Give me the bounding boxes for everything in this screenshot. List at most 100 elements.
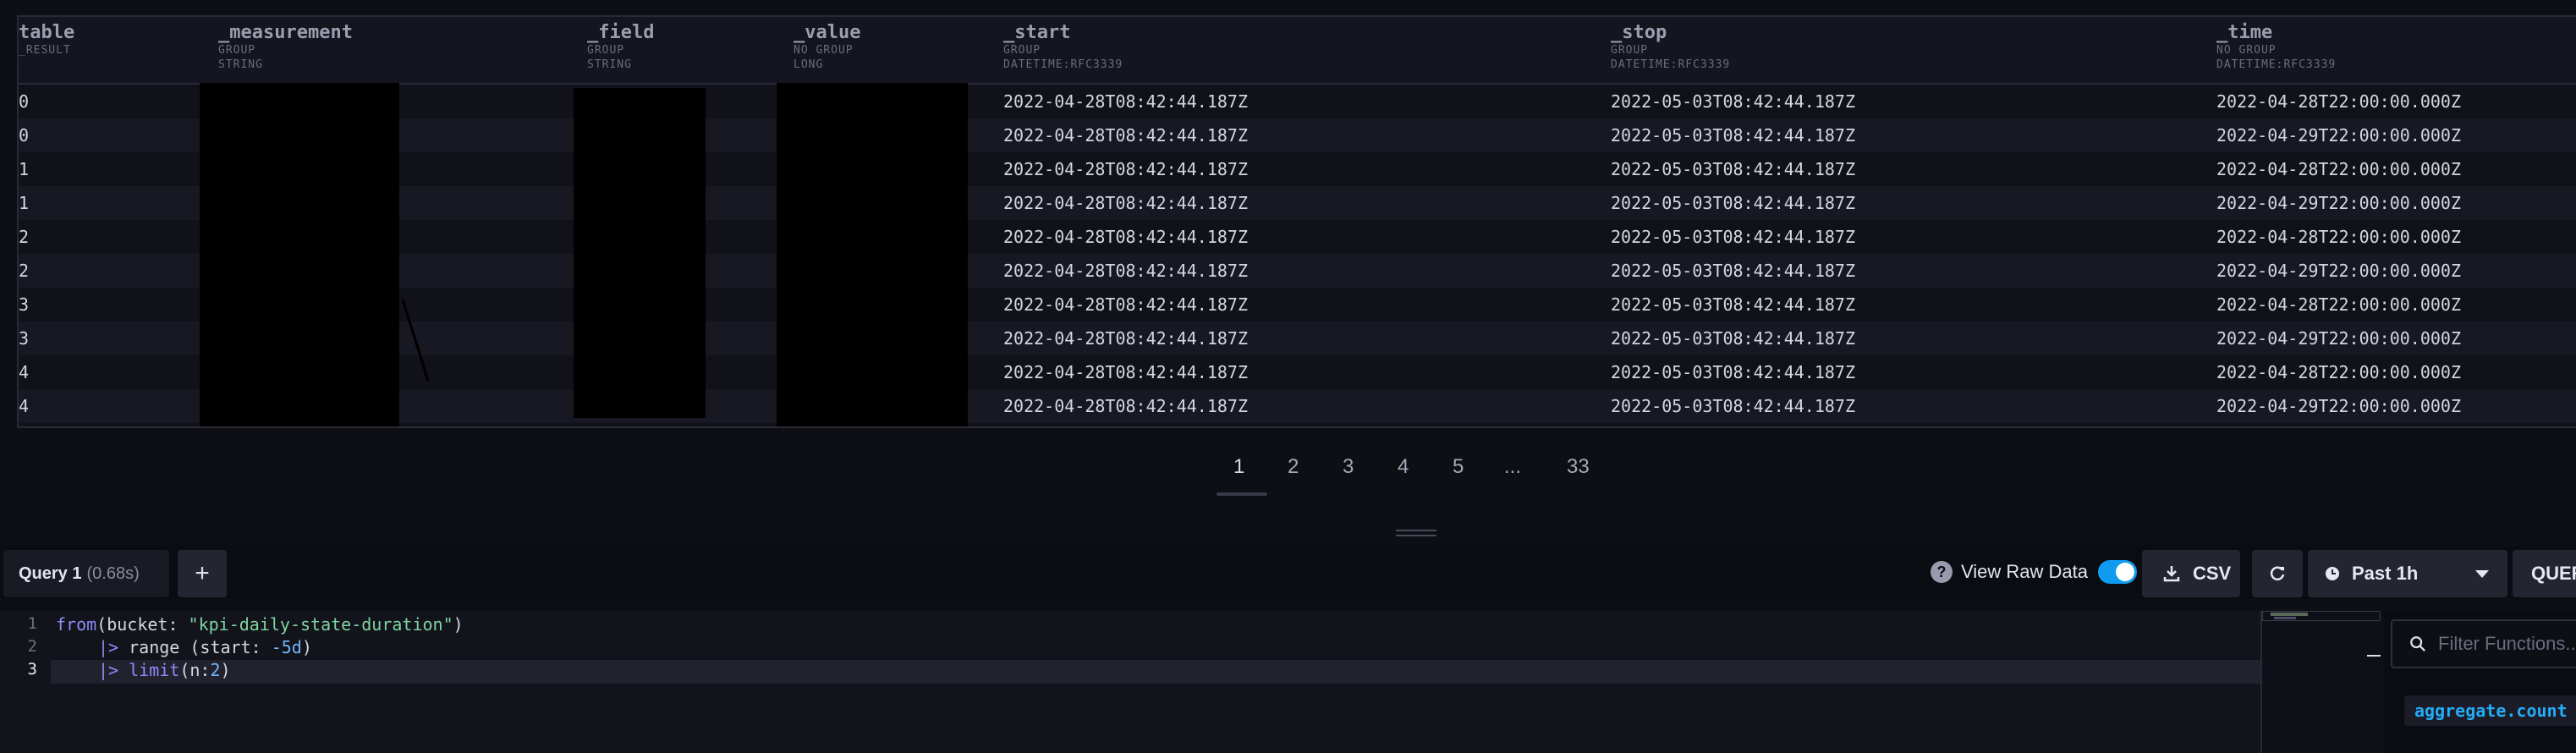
table-cell-time: 2022-04-29T22:00:00.000Z <box>2216 396 2461 416</box>
column-header-value[interactable]: _value NO GROUP LONG <box>794 22 860 72</box>
results-panel: table _RESULT _measurement GROUP STRING … <box>0 0 2576 525</box>
line-number: 1 <box>27 614 37 633</box>
function-item-aggregate-count[interactable]: aggregate.count <box>2404 695 2576 726</box>
panel-resize-handle[interactable] <box>1396 530 1436 536</box>
code-line-2[interactable]: |> range (start: -5d) <box>98 637 312 657</box>
query-toolbar: Query 1 (0.68s) + ? View Raw Data CSV Pa… <box>0 545 2576 599</box>
tab-query-1[interactable]: Query 1 (0.68s) <box>3 550 169 597</box>
page-4[interactable]: 4 <box>1398 455 1409 479</box>
table-cell-table: 4 <box>19 362 30 382</box>
table-header: table _RESULT _measurement GROUP STRING … <box>19 17 2576 85</box>
table-cell-time: 2022-04-28T22:00:00.000Z <box>2216 91 2461 112</box>
table-cell-table: 3 <box>19 294 30 315</box>
refresh-icon <box>2270 566 2285 580</box>
table-cell-time: 2022-04-29T22:00:00.000Z <box>2216 328 2461 349</box>
table-cell-time: 2022-04-28T22:00:00.000Z <box>2216 294 2461 315</box>
active-page-indicator <box>1217 492 1267 496</box>
table-cell-start: 2022-04-28T08:42:44.187Z <box>1003 294 1248 315</box>
page-2[interactable]: 2 <box>1288 455 1299 479</box>
help-icon[interactable]: ? <box>1931 561 1953 583</box>
table-row: 2 2022-04-28T08:42:44.187Z 2022-05-03T08:4… <box>19 254 2576 288</box>
table-cell-time: 2022-04-28T22:00:00.000Z <box>2216 362 2461 382</box>
line-number: 3 <box>27 660 37 679</box>
table-cell-time: 2022-04-29T22:00:00.000Z <box>2216 193 2461 213</box>
current-line-highlight <box>51 660 2260 684</box>
view-raw-data-control: ? View Raw Data <box>1931 560 2137 584</box>
toggle-knob <box>2116 563 2134 581</box>
table-row: 2 2022-04-28T08:42:44.187Z 2022-05-03T08:4… <box>19 220 2576 254</box>
column-header-field[interactable]: _field GROUP STRING <box>587 22 654 72</box>
table-cell-stop: 2022-05-03T08:42:44.187Z <box>1611 227 1855 247</box>
table-cell-time: 2022-04-28T22:00:00.000Z <box>2216 227 2461 247</box>
table-row: 0 2022-04-28T08:42:44.187Z 2022-05-03T08:4… <box>19 118 2576 152</box>
table-cell-time: 2022-04-29T22:00:00.000Z <box>2216 261 2461 281</box>
redacted-block <box>200 83 399 426</box>
table-cell-start: 2022-04-28T08:42:44.187Z <box>1003 362 1248 382</box>
table-cell-start: 2022-04-28T08:42:44.187Z <box>1003 193 1248 213</box>
table-cell-stop: 2022-05-03T08:42:44.187Z <box>1611 294 1855 315</box>
column-header-table[interactable]: table _RESULT <box>19 22 74 58</box>
filter-functions-field[interactable] <box>2391 619 2576 668</box>
table-cell-stop: 2022-05-03T08:42:44.187Z <box>1611 362 1855 382</box>
page-ellipsis: ... <box>1504 455 1522 478</box>
table-cell-stop: 2022-05-03T08:42:44.187Z <box>1611 91 1855 112</box>
table-cell-start: 2022-04-28T08:42:44.187Z <box>1003 396 1248 416</box>
table-cell-table: 2 <box>19 227 30 247</box>
table-cell-start: 2022-04-28T08:42:44.187Z <box>1003 91 1248 112</box>
table-cell-table: 0 <box>19 91 30 112</box>
csv-download-button[interactable]: CSV <box>2142 550 2240 597</box>
page-5[interactable]: 5 <box>1453 455 1464 479</box>
table-cell-time: 2022-04-29T22:00:00.000Z <box>2216 125 2461 146</box>
table-row: 1 2022-04-28T08:42:44.187Z 2022-05-03T08:4… <box>19 186 2576 220</box>
pagination: 1 2 3 4 5 ... 33 <box>0 447 2576 497</box>
time-range-dropdown[interactable]: Past 1h <box>2308 550 2507 597</box>
view-raw-data-toggle[interactable] <box>2098 560 2137 584</box>
table-row: 1 2022-04-28T08:42:44.187Z 2022-05-03T08:4… <box>19 152 2576 186</box>
page-1[interactable]: 1 <box>1233 455 1244 479</box>
table-cell-start: 2022-04-28T08:42:44.187Z <box>1003 125 1248 146</box>
search-icon <box>2410 636 2425 651</box>
minimap-scroll-marker <box>2367 655 2381 657</box>
column-header-start[interactable]: _start GROUP DATETIME:RFC3339 <box>1003 22 1123 72</box>
column-header-time[interactable]: _time NO GROUP DATETIME:RFC3339 <box>2216 22 2336 72</box>
add-query-button[interactable]: + <box>178 550 227 597</box>
line-number: 2 <box>27 637 37 656</box>
table-row: 0 2022-04-28T08:42:44.187Z 2022-05-03T08:4… <box>19 85 2576 118</box>
table-cell-start: 2022-04-28T08:42:44.187Z <box>1003 328 1248 349</box>
code-line-1[interactable]: from(bucket: "kpi-daily-state-duration") <box>56 614 464 635</box>
results-table: table _RESULT _measurement GROUP STRING … <box>17 15 2576 428</box>
page-33[interactable]: 33 <box>1567 455 1590 479</box>
redacted-block <box>777 83 968 426</box>
column-header-stop[interactable]: _stop GROUP DATETIME:RFC3339 <box>1611 22 1730 72</box>
editor-minimap[interactable] <box>2260 611 2381 753</box>
flux-functions-panel: aggregate.count <box>2384 611 2576 753</box>
page-3[interactable]: 3 <box>1343 455 1354 479</box>
redaction-mark <box>401 299 430 382</box>
table-cell-table: 1 <box>19 159 30 179</box>
table-cell-table: 2 <box>19 261 30 281</box>
redacted-block <box>574 88 706 418</box>
code-line-3[interactable]: |> limit(n:2) <box>98 660 231 680</box>
table-cell-table: 1 <box>19 193 30 213</box>
table-cell-start: 2022-04-28T08:42:44.187Z <box>1003 227 1248 247</box>
chevron-down-icon <box>2475 570 2489 578</box>
table-cell-start: 2022-04-28T08:42:44.187Z <box>1003 159 1248 179</box>
table-cell-time: 2022-04-28T22:00:00.000Z <box>2216 159 2461 179</box>
flux-editor[interactable]: 1 2 3 from(bucket: "kpi-daily-state-dura… <box>0 611 2260 753</box>
refresh-button[interactable] <box>2252 550 2303 597</box>
table-cell-stop: 2022-05-03T08:42:44.187Z <box>1611 193 1855 213</box>
clock-icon <box>2326 567 2339 580</box>
table-cell-stop: 2022-05-03T08:42:44.187Z <box>1611 328 1855 349</box>
minimap-viewport[interactable] <box>2262 611 2381 621</box>
table-cell-table: 0 <box>19 125 30 146</box>
table-cell-start: 2022-04-28T08:42:44.187Z <box>1003 261 1248 281</box>
query-submit-button[interactable]: QUER <box>2513 550 2576 597</box>
table-cell-stop: 2022-05-03T08:42:44.187Z <box>1611 159 1855 179</box>
table-cell-stop: 2022-05-03T08:42:44.187Z <box>1611 396 1855 416</box>
table-cell-table: 3 <box>19 328 30 349</box>
table-cell-stop: 2022-05-03T08:42:44.187Z <box>1611 125 1855 146</box>
view-raw-data-label: View Raw Data <box>1961 561 2088 582</box>
filter-functions-input[interactable] <box>2436 632 2576 656</box>
column-header-measurement[interactable]: _measurement GROUP STRING <box>218 22 353 72</box>
table-cell-table: 4 <box>19 396 30 416</box>
